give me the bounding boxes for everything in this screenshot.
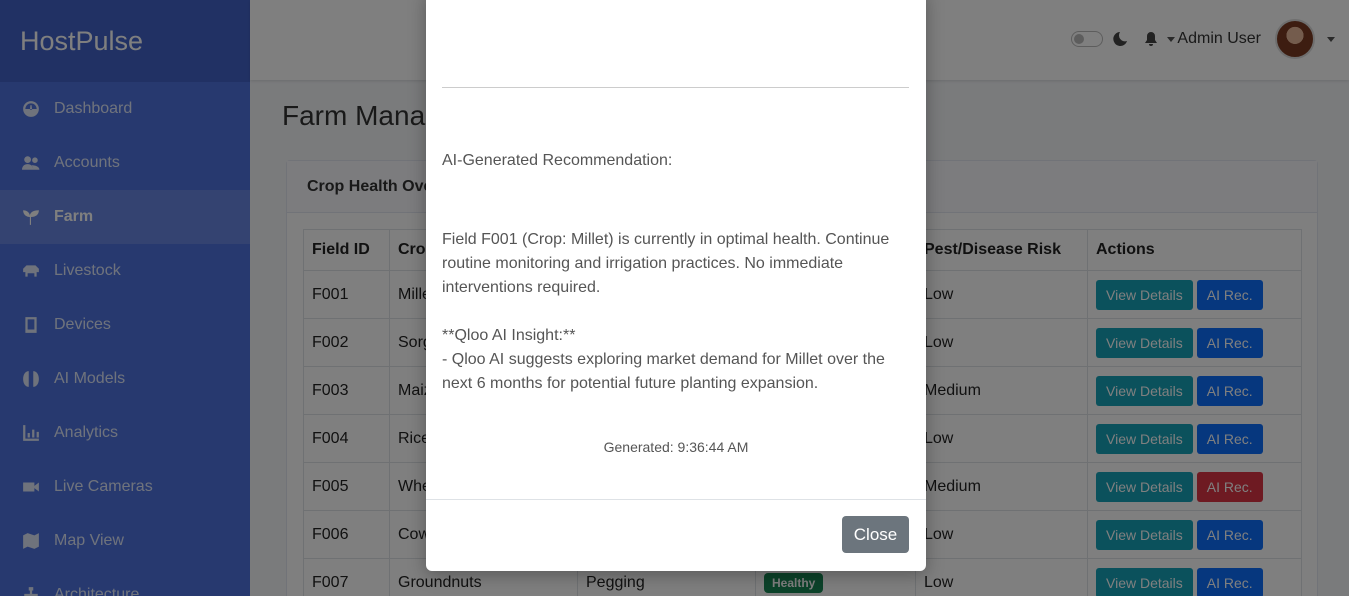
modal-footer [426, 499, 926, 500]
insight-title: **Qloo AI Insight:** [442, 327, 576, 344]
divider [442, 87, 909, 88]
recommendation-text: Field F001 (Crop: Millet) is currently i… [442, 231, 890, 296]
generated-timestamp: Generated: 9:36:44 AM [603, 439, 749, 455]
insight-block: **Qloo AI Insight:** - Qloo AI suggests … [442, 324, 912, 396]
recommendation-modal: AI-Generated Recommendation: Field F001 … [426, 0, 926, 571]
recommendation-heading: AI-Generated Recommendation: [442, 152, 673, 169]
close-button[interactable]: Close [842, 516, 909, 553]
recommendation-body: Field F001 (Crop: Millet) is currently i… [442, 228, 912, 396]
insight-text: - Qloo AI suggests exploring market dema… [442, 351, 885, 392]
